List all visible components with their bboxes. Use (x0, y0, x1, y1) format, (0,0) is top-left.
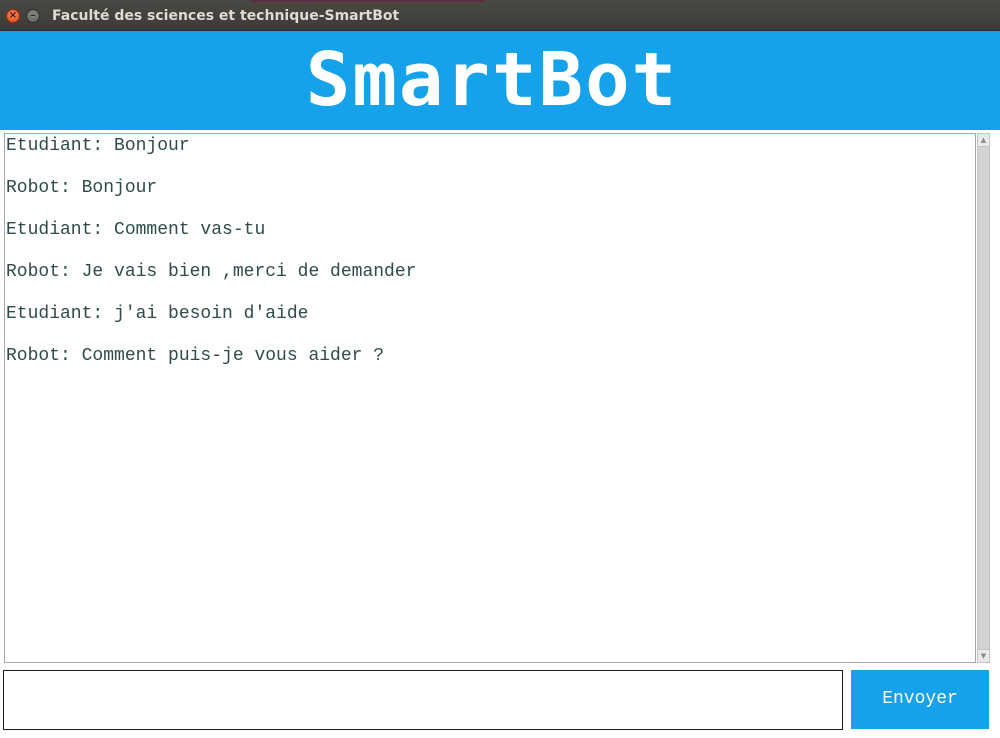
chat-message: Robot: Comment puis-je vous aider ? (6, 346, 385, 366)
message-input[interactable] (3, 670, 843, 730)
window-title: Faculté des sciences et technique-SmartB… (52, 8, 400, 24)
chat-message: Etudiant: Bonjour (6, 136, 190, 156)
chat-message: Robot: Je vais bien ,merci de demander (6, 262, 417, 282)
chat-log[interactable]: Etudiant: Bonjour Robot: Bonjour Etudian… (4, 133, 976, 663)
chat-message: Etudiant: j'ai besoin d'aide (6, 304, 309, 324)
chat-message: Robot: Bonjour (6, 178, 158, 198)
close-window-button[interactable]: × (6, 9, 20, 23)
scroll-up-arrow-icon[interactable]: ▲ (978, 134, 989, 147)
scrollbar-thumb[interactable] (978, 147, 989, 649)
chat-message: Etudiant: Comment vas-tu (6, 220, 266, 240)
minimize-icon: – (30, 10, 36, 21)
close-icon: × (8, 10, 18, 21)
chat-scrollbar[interactable]: ▲ ▼ (977, 133, 990, 663)
smartbot-logo: SmartBot (305, 37, 679, 123)
app-window: × – Faculté des sciences et technique-Sm… (0, 0, 1000, 738)
minimize-window-button[interactable]: – (26, 9, 40, 23)
send-button[interactable]: Envoyer (851, 670, 989, 729)
title-bar: × – Faculté des sciences et technique-Sm… (0, 0, 1000, 31)
scroll-down-arrow-icon[interactable]: ▼ (978, 649, 989, 662)
header-banner: SmartBot (0, 31, 1000, 130)
